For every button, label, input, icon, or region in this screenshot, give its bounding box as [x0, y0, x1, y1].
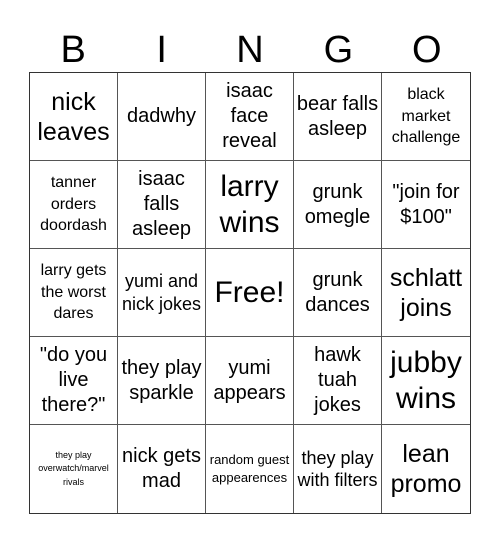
bingo-cell[interactable]: isaac falls asleep	[118, 161, 206, 249]
bingo-cell[interactable]: "do you live there?"	[30, 337, 118, 425]
bingo-cell[interactable]: nick leaves	[30, 73, 118, 161]
bingo-cell[interactable]: they play sparkle	[118, 337, 206, 425]
bingo-cell[interactable]: grunk omegle	[294, 161, 382, 249]
bingo-cell[interactable]: larry wins	[206, 161, 294, 249]
bingo-cell[interactable]: they play with filters	[294, 425, 382, 513]
bingo-cell[interactable]: larry gets the worst dares	[30, 249, 118, 337]
bingo-cell[interactable]: nick gets mad	[118, 425, 206, 513]
bingo-cell[interactable]: isaac face reveal	[206, 73, 294, 161]
bingo-cell[interactable]: grunk dances	[294, 249, 382, 337]
bingo-cell[interactable]: tanner orders doordash	[30, 161, 118, 249]
bingo-cell[interactable]: they play overwatch/marvel rivals	[30, 425, 118, 513]
header-letter-b: B	[60, 29, 86, 71]
bingo-cell[interactable]: bear falls asleep	[294, 73, 382, 161]
header-letter-i: I	[156, 29, 167, 71]
header-letter-g: G	[323, 29, 354, 71]
bingo-cell[interactable]: random guest appearences	[206, 425, 294, 513]
free-space-cell[interactable]: Free!	[206, 249, 294, 337]
bingo-cell[interactable]: black market challenge	[382, 73, 470, 161]
bingo-cell[interactable]: lean promo	[382, 425, 470, 513]
bingo-header: B I N G O	[29, 28, 471, 72]
bingo-cell[interactable]: jubby wins	[382, 337, 470, 425]
bingo-cell[interactable]: dadwhy	[118, 73, 206, 161]
bingo-cell[interactable]: hawk tuah jokes	[294, 337, 382, 425]
header-letter-n: N	[236, 29, 264, 71]
bingo-cell[interactable]: yumi and nick jokes	[118, 249, 206, 337]
bingo-cell[interactable]: schlatt joins	[382, 249, 470, 337]
bingo-grid: nick leaves dadwhy isaac face reveal bea…	[29, 72, 471, 514]
bingo-cell[interactable]: "join for $100"	[382, 161, 470, 249]
header-letter-o: O	[412, 29, 442, 71]
bingo-cell[interactable]: yumi appears	[206, 337, 294, 425]
